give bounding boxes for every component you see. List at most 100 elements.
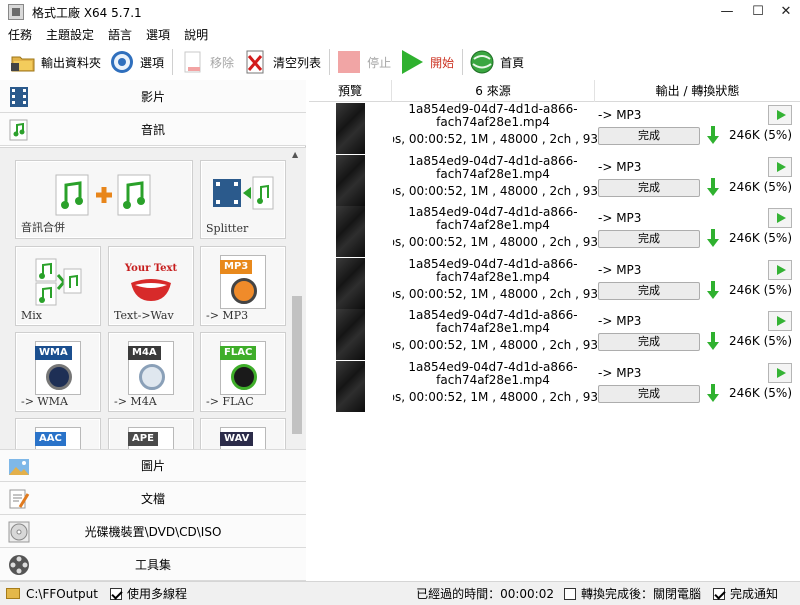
output-size: 246K (5%) (729, 128, 792, 142)
remove-button[interactable]: 移除 (179, 46, 234, 78)
title-bar: 格式工廠 X64 5.7.1 — ☐ ✕ (0, 0, 800, 24)
video-thumbnail (336, 103, 365, 154)
m4a-tag: M4A (128, 346, 161, 360)
category-image-label: 圖片 (140, 459, 165, 473)
source-info: Kbps, 00:00:52, 1M , 48000 , 2ch , 93 (393, 235, 598, 249)
tile-audio-merge[interactable]: 音訊合併 (15, 160, 193, 239)
output-size: 246K (5%) (729, 231, 792, 245)
output-format: -> MP3 (598, 365, 642, 380)
output-percent: (5%) (763, 385, 793, 400)
multithread-label: 使用多線程 (126, 587, 187, 601)
column-preview[interactable]: 預覽 (309, 80, 392, 102)
category-audio[interactable]: 音訊 (0, 113, 306, 146)
column-output[interactable]: 輸出 / 轉換狀態 (595, 80, 800, 102)
multithread-checkbox[interactable] (109, 587, 122, 600)
download-arrow-icon (707, 228, 719, 248)
scroll-up-icon[interactable]: ▲ (292, 150, 298, 159)
tile-to-wma[interactable]: WMA -> WMA (15, 332, 101, 412)
after-convert-checkbox[interactable] (563, 587, 576, 600)
download-arrow-icon (707, 177, 719, 197)
menu-task[interactable]: 任務 (8, 26, 32, 43)
tile-to-m4a[interactable]: M4A -> M4A (108, 332, 194, 412)
sidebar: 影片 音訊 音訊合併 Splitter Mix Your Text Text->… (0, 80, 306, 581)
tile-text-to-wav[interactable]: Your Text Text->Wav (108, 246, 194, 326)
status-button[interactable]: 完成 (598, 333, 700, 351)
stop-label: 停止 (367, 55, 392, 70)
output-folder-button[interactable]: 輸出資料夾 (10, 46, 101, 78)
output-percent: (5%) (763, 128, 793, 142)
category-image[interactable]: 圖片 (0, 449, 306, 482)
output-size-value: 246K (729, 179, 760, 194)
task-row[interactable]: 1a854ed9-04d7-4d1d-a866-fach74af28e1.mp4… (309, 206, 800, 258)
flac-tag: FLAC (220, 346, 257, 360)
tile-mix[interactable]: Mix (15, 246, 101, 326)
status-button[interactable]: 完成 (598, 230, 700, 248)
category-video[interactable]: 影片 (0, 80, 306, 113)
menu-help[interactable]: 說明 (184, 26, 208, 43)
play-button[interactable] (768, 362, 792, 383)
stop-button[interactable]: 停止 (336, 46, 391, 78)
options-gear-icon (109, 49, 135, 75)
menu-language[interactable]: 語言 (108, 26, 132, 43)
m4a-file-icon: M4A (128, 341, 174, 395)
folder-icon (10, 49, 36, 75)
source-filename: 1a854ed9-04d7-4d1d-a866-fach74af28e1.mp4 (408, 154, 578, 181)
status-button[interactable]: 完成 (598, 384, 700, 403)
column-source[interactable]: 6 來源 (392, 80, 595, 102)
tile-to-mp3[interactable]: MP3 -> MP3 (200, 246, 286, 326)
category-document[interactable]: 文檔 (0, 482, 306, 515)
category-tools[interactable]: 工具集 (0, 548, 306, 581)
document-icon (8, 488, 30, 510)
tile-to-flac[interactable]: FLAC -> FLAC (200, 332, 286, 412)
status-button[interactable]: 完成 (598, 281, 700, 300)
close-button[interactable]: ✕ (771, 0, 800, 24)
play-button[interactable] (768, 259, 792, 280)
output-percent: (5%) (763, 282, 793, 297)
output-path[interactable]: C:\FFOutput (26, 587, 98, 601)
options-button[interactable]: 選項 (109, 46, 164, 78)
home-button[interactable]: 首頁 (469, 46, 524, 78)
source-info: Kbps, 00:00:52, 1M , 48000 , 2ch , 93 (393, 338, 598, 352)
task-list-header: 預覽 6 來源 輸出 / 轉換狀態 (309, 80, 800, 102)
download-arrow-icon (707, 125, 719, 145)
task-row[interactable]: 1a854ed9-04d7-4d1d-a866-fach74af28e1.mp4… (309, 360, 800, 413)
menu-theme[interactable]: 主題設定 (46, 26, 94, 43)
task-row[interactable]: 1a854ed9-04d7-4d1d-a866-fach74af28e1.mp4… (309, 103, 800, 155)
remove-label: 移除 (210, 55, 235, 70)
maximize-button[interactable]: ☐ (743, 0, 773, 24)
toolbar: 輸出資料夾 選項 移除 清空列表 停止 開始 首頁 (0, 44, 800, 80)
output-format: -> MP3 (598, 314, 642, 328)
play-button[interactable] (768, 208, 792, 228)
output-percent: (5%) (763, 231, 793, 245)
after-convert-label: 轉換完成後：關閉電腦 (580, 587, 701, 601)
category-optical-disc[interactable]: 光碟機裝置\DVD\CD\ISO (0, 515, 306, 548)
category-optical-disc-label: 光碟機裝置\DVD\CD\ISO (84, 524, 222, 539)
output-format: -> MP3 (598, 211, 642, 225)
status-button[interactable]: 完成 (598, 178, 700, 197)
source-filename: 1a854ed9-04d7-4d1d-a866-fach74af28e1.mp4 (408, 360, 578, 387)
tile-label: Text->Wav (114, 309, 174, 322)
tile-splitter[interactable]: Splitter (200, 160, 286, 239)
status-button[interactable]: 完成 (598, 127, 700, 145)
menu-options[interactable]: 選項 (146, 26, 170, 43)
notify-checkbox[interactable] (712, 587, 725, 600)
task-row[interactable]: 1a854ed9-04d7-4d1d-a866-fach74af28e1.mp4… (309, 309, 800, 361)
category-tools-label: 工具集 (134, 557, 171, 572)
tile-label: -> MP3 (206, 309, 249, 322)
aac-tag: AAC (35, 432, 66, 446)
play-button[interactable] (768, 156, 792, 177)
task-row[interactable]: 1a854ed9-04d7-4d1d-a866-fach74af28e1.mp4… (309, 154, 800, 207)
window-title: 格式工廠 X64 5.7.1 (32, 5, 142, 20)
play-button[interactable] (768, 105, 792, 125)
source-filename: 1a854ed9-04d7-4d1d-a866-fach74af28e1.mp4 (408, 103, 578, 129)
folder-icon (6, 588, 20, 599)
download-arrow-icon (707, 383, 719, 403)
task-row[interactable]: 1a854ed9-04d7-4d1d-a866-fach74af28e1.mp4… (309, 257, 800, 310)
play-button[interactable] (768, 311, 792, 331)
clear-list-button[interactable]: 清空列表 (242, 46, 321, 78)
start-button[interactable]: 開始 (399, 46, 454, 78)
output-format: -> MP3 (598, 262, 642, 277)
minimize-button[interactable]: — (712, 0, 742, 24)
tile-label: -> WMA (21, 395, 68, 408)
scrollbar-thumb[interactable] (292, 296, 302, 434)
